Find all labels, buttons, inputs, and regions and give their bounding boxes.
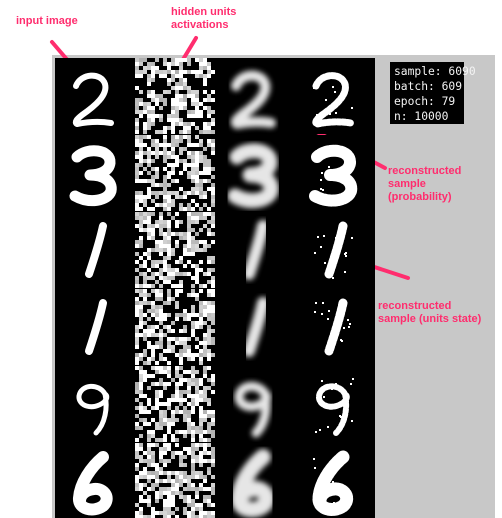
annotation-reconstructed-state: reconstructed sample (units state) [378,300,482,325]
annotation-reconstructed-probability: reconstructed sample (probability) [388,165,462,203]
input-image-cell [55,366,135,442]
input-image-cell [55,58,135,134]
annotation-input-image: input image [16,15,78,27]
reconstructed-state-cell [295,443,375,518]
reconstructed-state-cell [295,212,375,288]
reconstructed-state-cell [295,58,375,134]
training-status: sample: 6090 batch: 609 epoch: 79 n: 100… [390,62,476,124]
status-batch: batch: 609 [394,80,463,93]
reconstructed-probability-cell [215,443,295,518]
input-image-cell [55,443,135,518]
hidden-activation-cell [135,212,215,288]
hidden-activation-cell [135,289,215,365]
input-image-cell [55,212,135,288]
status-sample: sample: 6090 [394,65,476,78]
reconstructed-probability-cell [215,366,295,442]
input-image-cell [55,289,135,365]
hidden-activation-cell [135,366,215,442]
reconstructed-probability-cell [215,135,295,211]
reconstructed-probability-cell [215,212,295,288]
hidden-activation-cell [135,58,215,134]
stage: sample: 6090 batch: 609 epoch: 79 n: 100… [0,0,502,518]
reconstructed-probability-cell [215,58,295,134]
reconstructed-state-cell [295,366,375,442]
annotation-hidden-units: hidden units activations [171,6,237,31]
hidden-activation-cell [135,135,215,211]
reconstructed-state-cell [295,289,375,365]
reconstructed-state-cell [295,135,375,211]
hidden-activation-cell [135,443,215,518]
status-n: n: 10000 [394,110,449,123]
reconstructed-probability-cell [215,289,295,365]
input-image-cell [55,135,135,211]
status-epoch: epoch: 79 [394,95,456,108]
